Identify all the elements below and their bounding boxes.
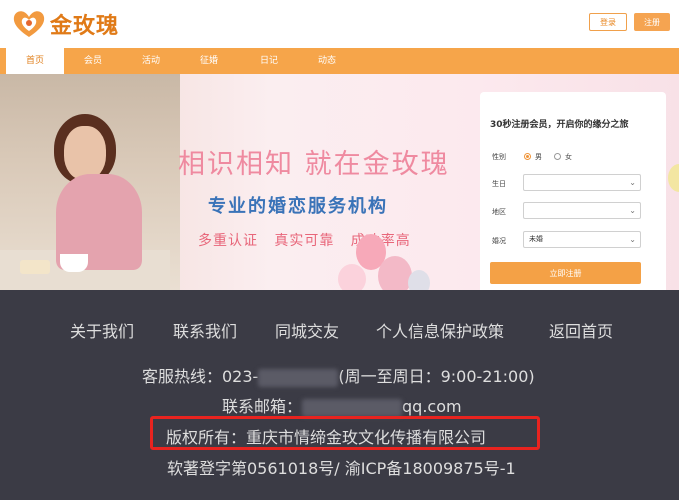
copyright-highlight-box [150,416,540,450]
banner-slogan-sub: 专业的婚恋服务机构 [208,196,388,217]
register-now-button[interactable]: 立即注册 [490,262,641,284]
marital-label: 婚况 [492,237,506,245]
nav-item-home[interactable]: 首页 [6,48,64,74]
logo-text: 金玫瑰 [50,13,120,39]
footer-link-privacy[interactable]: 个人信息保护政策 [376,318,504,342]
login-button[interactable]: 登录 [589,13,627,31]
site-header: 金玫瑰 登录 注册 [0,0,679,48]
birthday-select[interactable]: ⌄ [523,174,641,191]
chevron-down-icon: ⌄ [629,206,636,215]
region-select[interactable]: ⌄ [523,202,641,219]
nav-item-events[interactable]: 活动 [122,48,180,74]
balloon-decoration [338,264,366,290]
main-nav: 首页 会员 活动 征婚 日记 动态 [0,48,679,74]
form-title: 30秒注册会员，开启你的缘分之旅 [490,120,629,130]
gender-female-label: 女 [565,153,572,161]
gender-male-label: 男 [535,153,542,161]
registration-form: 30秒注册会员，开启你的缘分之旅 性别 男 女 生日 ⌄ 地区 ⌄ 婚况 未婚 … [480,92,666,290]
redacted-phone [258,368,339,387]
footer-links: 关于我们 联系我们 同城交友 个人信息保护政策 返回首页 [70,318,630,342]
chevron-down-icon: ⌄ [629,178,636,187]
balloon-decoration [378,256,412,290]
register-button[interactable]: 注册 [634,13,670,31]
balloon-decoration [408,270,430,290]
banner-photo [0,74,180,290]
footer-link-contact[interactable]: 联系我们 [173,318,237,342]
site-footer: 关于我们 联系我们 同城交友 个人信息保护政策 返回首页 客服热线：023- (周… [0,290,679,500]
marital-select[interactable]: 未婚 ⌄ [523,231,641,248]
footer-link-home[interactable]: 返回首页 [549,318,613,342]
footer-hotline: 客服热线：023- (周一至周日：9:00-21:00) [142,367,535,387]
gender-male-radio[interactable] [524,153,531,160]
gender-female-radio[interactable] [554,153,561,160]
chevron-down-icon: ⌄ [629,235,636,244]
site-logo[interactable]: 金玫瑰 [12,8,119,40]
footer-email: 联系邮箱： qq.com [222,397,462,417]
nav-item-news[interactable]: 动态 [298,48,356,74]
nav-item-matchmaking[interactable]: 征婚 [180,48,238,74]
heart-rose-icon [13,11,45,37]
footer-link-local-dating[interactable]: 同城交友 [275,318,339,342]
nav-item-members[interactable]: 会员 [64,48,122,74]
redacted-email [302,398,403,417]
banner-slogan-main: 相识相知 就在金玫瑰 [178,149,450,180]
footer-registration: 软著登字第0561018号/ 渝ICP备18009875号-1 [167,459,516,478]
nav-item-diary[interactable]: 日记 [240,48,298,74]
gender-label: 性别 [492,153,506,161]
birthday-label: 生日 [492,180,506,188]
region-label: 地区 [492,208,506,216]
footer-link-about[interactable]: 关于我们 [70,318,134,342]
